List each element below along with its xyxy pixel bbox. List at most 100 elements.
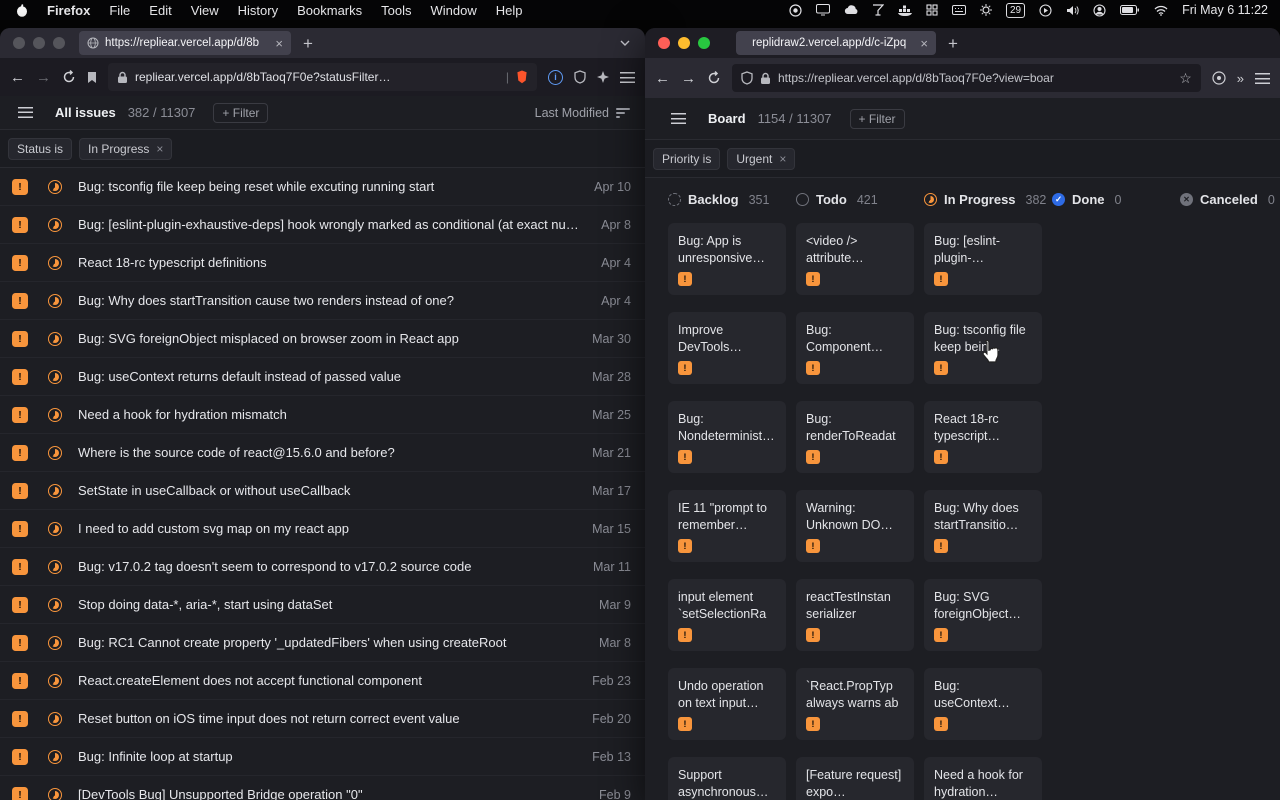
keyboard-icon[interactable] xyxy=(952,5,966,15)
issue-row[interactable]: ! Bug: [eslint-plugin-exhaustive-deps] h… xyxy=(0,206,645,244)
issue-card[interactable]: Bug: App is unresponsive… ! xyxy=(668,223,786,295)
close-window-button[interactable] xyxy=(658,37,670,49)
status-in-progress-icon[interactable] xyxy=(48,294,62,308)
status-in-progress-icon[interactable] xyxy=(48,712,62,726)
issue-row[interactable]: ! I need to add custom svg map on my rea… xyxy=(0,510,645,548)
info-icon[interactable]: i xyxy=(548,70,563,85)
browser-tab[interactable]: https://repliear.vercel.app/d/8b × xyxy=(79,31,291,55)
status-in-progress-icon[interactable] xyxy=(48,218,62,232)
beverage-icon[interactable] xyxy=(872,4,884,16)
apple-menu-icon[interactable] xyxy=(16,3,28,17)
status-in-progress-icon[interactable] xyxy=(48,598,62,612)
zoom-window-button[interactable] xyxy=(698,37,710,49)
docker-icon[interactable] xyxy=(898,5,912,16)
priority-urgent-icon[interactable]: ! xyxy=(12,369,28,385)
account-icon[interactable] xyxy=(1093,4,1106,17)
status-in-progress-icon[interactable] xyxy=(48,522,62,536)
gear-icon[interactable] xyxy=(980,4,992,16)
issue-card[interactable]: React 18-rc typescript… ! xyxy=(924,401,1042,473)
issue-card[interactable]: Bug: [eslint-plugin-… ! xyxy=(924,223,1042,295)
remove-filter-icon[interactable]: × xyxy=(779,153,786,165)
priority-urgent-icon[interactable]: ! xyxy=(12,597,28,613)
issue-row[interactable]: ! React.createElement does not accept fu… xyxy=(0,662,645,700)
priority-urgent-icon[interactable]: ! xyxy=(12,635,28,651)
issue-card[interactable]: reactTestInstan serializer ! xyxy=(796,579,914,651)
menu-view[interactable]: View xyxy=(191,3,219,18)
issue-row[interactable]: ! SetState in useCallback or without use… xyxy=(0,472,645,510)
status-in-progress-icon[interactable] xyxy=(48,332,62,346)
issue-card[interactable]: Bug: Component… ! xyxy=(796,312,914,384)
status-in-progress-icon[interactable] xyxy=(48,636,62,650)
wifi-icon[interactable] xyxy=(1154,5,1168,16)
issue-card[interactable]: Need a hook for hydration… ! xyxy=(924,757,1042,800)
minimize-window-button[interactable] xyxy=(678,37,690,49)
priority-urgent-icon[interactable]: ! xyxy=(12,749,28,765)
menu-firefox[interactable]: Firefox xyxy=(47,3,90,18)
status-in-progress-icon[interactable] xyxy=(48,484,62,498)
status-in-progress-icon[interactable] xyxy=(48,446,62,460)
issue-card[interactable]: Bug: Why does startTransitio… ! xyxy=(924,490,1042,562)
priority-urgent-icon[interactable]: ! xyxy=(12,787,28,800)
shield-icon[interactable] xyxy=(574,70,586,84)
menu-window[interactable]: Window xyxy=(431,3,477,18)
brave-shields-icon[interactable] xyxy=(516,70,528,84)
date-badge[interactable]: 29 xyxy=(1006,3,1025,18)
priority-urgent-icon[interactable]: ! xyxy=(12,483,28,499)
sort-control[interactable]: Last Modified xyxy=(535,106,631,120)
tab-close-icon[interactable]: × xyxy=(920,37,928,50)
new-tab-button[interactable]: + xyxy=(303,35,313,52)
rewards-star-icon[interactable] xyxy=(597,71,609,83)
cloud-icon[interactable] xyxy=(844,5,858,15)
browser-menu-icon[interactable] xyxy=(1255,73,1270,84)
forward-icon[interactable]: → xyxy=(36,70,51,85)
priority-urgent-icon[interactable]: ! xyxy=(12,521,28,537)
status-in-progress-icon[interactable] xyxy=(48,788,62,800)
priority-urgent-icon[interactable]: ! xyxy=(12,331,28,347)
issue-card[interactable]: <video /> attribute… ! xyxy=(796,223,914,295)
issue-card[interactable]: Bug: Nondeterminist… ! xyxy=(668,401,786,473)
browser-tab[interactable]: replidraw2.vercel.app/d/c-iZpq × xyxy=(736,31,936,55)
menu-edit[interactable]: Edit xyxy=(149,3,171,18)
battery-icon[interactable] xyxy=(1120,5,1140,15)
issue-card[interactable]: Bug: SVG foreignObject… ! xyxy=(924,579,1042,651)
back-icon[interactable]: ← xyxy=(10,70,25,85)
issue-row[interactable]: ! [DevTools Bug] Unsupported Bridge oper… xyxy=(0,776,645,800)
tab-list-chevron-icon[interactable] xyxy=(619,39,631,47)
issue-row[interactable]: ! Bug: Why does startTransition cause tw… xyxy=(0,282,645,320)
tab-close-icon[interactable]: × xyxy=(275,37,283,50)
priority-urgent-icon[interactable]: ! xyxy=(12,445,28,461)
filter-value-chip[interactable]: Urgent × xyxy=(727,148,795,170)
priority-urgent-icon[interactable]: ! xyxy=(12,255,28,271)
issue-row[interactable]: ! Bug: v17.0.2 tag doesn't seem to corre… xyxy=(0,548,645,586)
zoom-window-button[interactable] xyxy=(53,37,65,49)
browser-menu-icon[interactable] xyxy=(620,72,635,83)
new-tab-button[interactable]: + xyxy=(948,35,958,52)
play-icon[interactable] xyxy=(1039,4,1052,17)
menu-file[interactable]: File xyxy=(109,3,130,18)
priority-urgent-icon[interactable]: ! xyxy=(12,711,28,727)
priority-urgent-icon[interactable]: ! xyxy=(12,179,28,195)
sidebar-menu-icon[interactable] xyxy=(18,107,33,118)
menu-history[interactable]: History xyxy=(238,3,278,18)
menu-clock[interactable]: Fri May 6 11:22 xyxy=(1182,3,1268,17)
add-filter-button[interactable]: + Filter xyxy=(850,109,905,129)
filter-field-chip[interactable]: Priority is xyxy=(653,148,720,170)
overflow-chevron-icon[interactable]: » xyxy=(1237,71,1244,86)
bookmark-star-icon[interactable]: ☆ xyxy=(1179,70,1192,87)
close-window-button[interactable] xyxy=(13,37,25,49)
display-icon[interactable] xyxy=(816,4,830,16)
issue-card[interactable]: IE 11 "prompt to remember… ! xyxy=(668,490,786,562)
url-bar[interactable]: https://repliear.vercel.app/d/8bTaoq7F0e… xyxy=(732,64,1201,92)
forward-icon[interactable]: → xyxy=(681,71,696,86)
filter-field-chip[interactable]: Status is xyxy=(8,138,72,160)
extensions-icon[interactable] xyxy=(1212,71,1226,85)
issue-row[interactable]: ! Need a hook for hydration mismatch Mar… xyxy=(0,396,645,434)
issue-card[interactable]: Bug: tsconfig file keep bein… ! xyxy=(924,312,1042,384)
issue-card[interactable]: Undo operation on text input… ! xyxy=(668,668,786,740)
issue-card[interactable]: Warning: Unknown DO… ! xyxy=(796,490,914,562)
sidebar-menu-icon[interactable] xyxy=(671,113,686,124)
photos-icon[interactable] xyxy=(926,4,938,16)
tracking-protection-shield-icon[interactable] xyxy=(741,71,753,85)
status-in-progress-icon[interactable] xyxy=(48,180,62,194)
issue-card[interactable]: Improve DevTools… ! xyxy=(668,312,786,384)
